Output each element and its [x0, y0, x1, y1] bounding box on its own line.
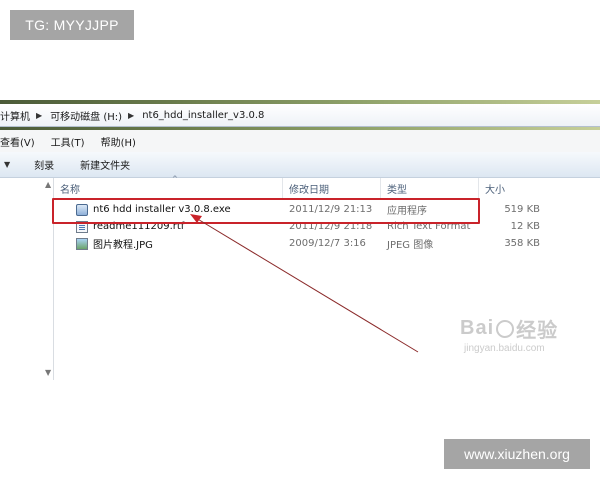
baidu-brand: Bai	[460, 317, 495, 339]
baidu-brand-2: 经验	[516, 320, 559, 342]
baidu-watermark: Bai 经验 jingyan.baidu.com	[460, 314, 580, 362]
watermark-site: www.xiuzhen.org	[444, 439, 590, 469]
baidu-paw-icon	[496, 319, 515, 338]
arrow-line	[195, 217, 419, 353]
baidu-domain: jingyan.baidu.com	[464, 343, 545, 354]
annotation-arrow	[190, 214, 419, 353]
arrow-head	[190, 214, 202, 223]
